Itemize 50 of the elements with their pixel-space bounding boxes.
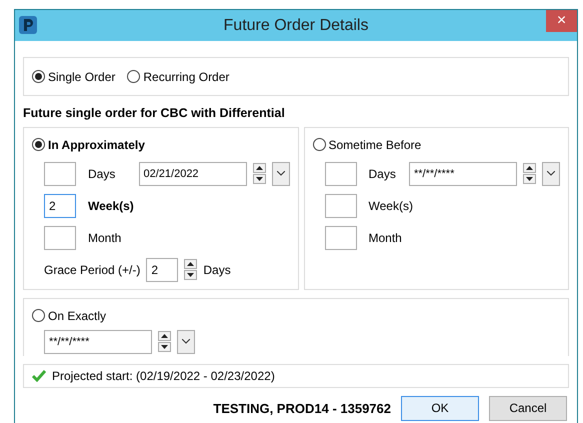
date-field[interactable]: 02/21/2022 — [138, 162, 246, 186]
dropdown-button[interactable] — [272, 162, 290, 186]
number-field[interactable] — [324, 194, 356, 218]
radio-button[interactable]: In Approximately — [32, 136, 290, 154]
unit-label: Week(s) — [88, 198, 135, 215]
caret-down-icon — [187, 272, 194, 277]
window-title: Future Order Details — [224, 16, 368, 36]
dropdown-button[interactable] — [177, 330, 195, 354]
unit-label: Month — [368, 230, 403, 247]
number-field[interactable] — [44, 226, 76, 250]
caret-up-icon — [526, 166, 533, 170]
spin-button[interactable] — [252, 162, 266, 185]
date-field[interactable]: **/**/**** — [409, 162, 517, 186]
chevron-down-icon — [182, 339, 190, 344]
close-button[interactable]: × — [546, 10, 577, 32]
caret-up-icon — [187, 262, 194, 266]
patient-label: TESTING, PROD14 - 1359762 — [213, 400, 391, 418]
grace-field[interactable]: 2 — [146, 258, 178, 282]
dropdown-button[interactable] — [542, 162, 560, 186]
grace-period-label: Grace Period (+/-) — [44, 262, 140, 279]
section-heading: Future single order for CBC with Differential — [23, 105, 286, 122]
radio-button[interactable]: Single Order — [32, 68, 116, 86]
number-field[interactable]: 2 — [44, 194, 76, 218]
cancel-button[interactable]: Cancel — [489, 396, 567, 421]
number-field[interactable] — [324, 162, 356, 186]
ok-button[interactable]: OK — [401, 396, 479, 421]
number-field[interactable] — [324, 226, 356, 250]
caret-up-icon — [161, 334, 168, 338]
unit-label: Days — [88, 166, 116, 183]
caret-down-icon — [526, 176, 533, 181]
chevron-down-icon — [547, 171, 555, 176]
projected-start-text: Projected start: (02/19/2022 - 02/23/2022) — [52, 368, 275, 385]
unit-label: Month — [88, 230, 122, 247]
number-field[interactable] — [44, 162, 76, 186]
unit-label: Week(s) — [368, 198, 414, 215]
spin-button[interactable] — [158, 330, 171, 353]
spin-button[interactable] — [184, 258, 198, 281]
caret-up-icon — [256, 166, 262, 170]
caret-down-icon — [161, 344, 168, 349]
caret-down-icon — [256, 176, 262, 181]
app-logo-icon — [19, 16, 37, 34]
unit-label: Days — [203, 262, 231, 279]
chevron-down-icon — [276, 171, 284, 176]
date-field[interactable]: **/**/**** — [44, 330, 152, 354]
check-icon — [32, 370, 46, 382]
radio-button[interactable]: On Exactly — [32, 306, 560, 325]
radio-button[interactable]: Recurring Order — [127, 68, 230, 86]
radio-button[interactable]: Sometime Before — [312, 136, 560, 154]
unit-label: Days — [368, 166, 397, 183]
spin-button[interactable] — [523, 162, 536, 185]
